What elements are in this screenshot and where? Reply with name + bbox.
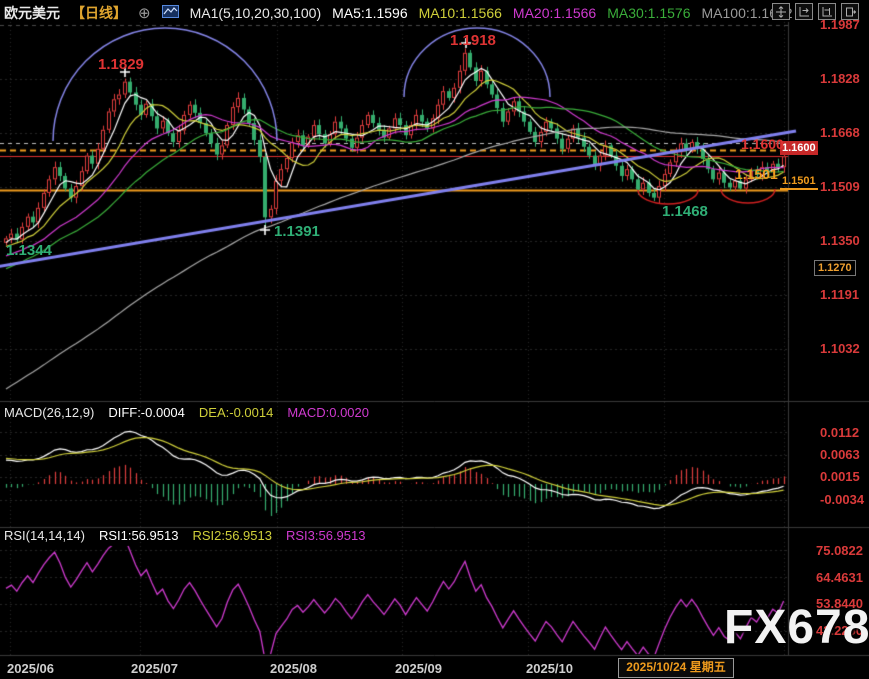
selected-date-label: 2025/10/24 星期五 — [618, 658, 734, 678]
time-axis-month-label: 2025/09 — [395, 661, 442, 676]
time-axis-month-label: 2025/07 — [131, 661, 178, 676]
move-crosshair-icon[interactable] — [772, 3, 790, 20]
price-axis-label: 1.1350 — [820, 233, 860, 248]
time-axis-month-label: 2025/08 — [270, 661, 317, 676]
rsi3-value: RSI3:56.9513 — [286, 528, 366, 543]
macd-axis-label: 0.0112 — [820, 425, 859, 440]
axis-zoom-icon[interactable] — [795, 3, 813, 20]
rsi-axis-label: 75.0822 — [816, 543, 863, 558]
chart-annotation: 1.1918 — [450, 32, 496, 49]
chart-annotation: 1.1600 — [741, 136, 784, 152]
rsi2-value: RSI2:56.9513 — [192, 528, 272, 543]
macd-bar-value: MACD:0.0020 — [287, 405, 369, 420]
chart-annotation: 1.1391 — [274, 223, 320, 240]
macd-axis-label: 0.0063 — [820, 447, 860, 462]
ma5-value: MA5:1.1596 — [332, 5, 408, 21]
add-indicator-icon[interactable]: ⊕ — [138, 4, 151, 22]
price-axis-label: 1.1032 — [820, 341, 860, 356]
time-axis-month-label: 2025/10 — [526, 661, 573, 676]
price-alert-badge[interactable]: 1.1600 — [780, 141, 818, 155]
rsi-title: RSI(14,14,14) — [4, 528, 85, 543]
chart-annotation: 1.1501 — [735, 166, 778, 182]
macd-axis-label: -0.0034 — [820, 492, 864, 507]
chart-annotation: 1.1344 — [6, 242, 52, 259]
mini-chart-icon[interactable] — [162, 5, 179, 21]
price-axis-label: 1.1509 — [820, 179, 860, 194]
chart-canvas[interactable] — [0, 0, 869, 679]
macd-title: MACD(26,12,9) — [4, 405, 94, 420]
chart-annotation: 1.1829 — [98, 56, 144, 73]
ma10-value: MA10:1.1566 — [419, 5, 502, 21]
macd-dea-value: DEA:-0.0014 — [199, 405, 273, 420]
rsi-axis-label: 64.4631 — [816, 570, 863, 585]
price-alert-badge[interactable]: 1.1501 — [780, 174, 818, 190]
ma-settings-label: MA1(5,10,20,30,100) — [190, 5, 322, 21]
price-alert-badge[interactable]: 1.1270 — [814, 260, 856, 276]
period-label: 【日线】 — [71, 3, 127, 23]
macd-axis-label: 0.0015 — [820, 469, 860, 484]
chart-annotation: 1.1468 — [662, 203, 708, 220]
rsi1-value: RSI1:56.9513 — [99, 528, 179, 543]
rsi-header: RSI(14,14,14) RSI1:56.9513 RSI2:56.9513 RSI… — [4, 528, 365, 543]
price-axis-label: 1.1668 — [820, 125, 860, 140]
time-axis-month-label: 2025/06 — [7, 661, 54, 676]
symbol-label: 欧元美元 — [4, 3, 60, 23]
ma30-value: MA30:1.1576 — [607, 5, 690, 21]
ma20-value: MA20:1.1566 — [513, 5, 596, 21]
price-axis-label: 1.1828 — [820, 71, 860, 86]
macd-diff-value: DIFF:-0.0004 — [108, 405, 185, 420]
price-axis-label: 1.1191 — [820, 287, 859, 302]
watermark: FX678 — [724, 600, 869, 655]
chart-app: 欧元美元【日线】 ⊕ MA1(5,10,20,30,100) MA5:1.1596 MA… — [0, 0, 869, 679]
price-axis-label: 1.1987 — [820, 17, 860, 32]
macd-header: MACD(26,12,9) DIFF:-0.0004 DEA:-0.0014 MACD… — [4, 405, 369, 420]
chart-header: 欧元美元【日线】 ⊕ MA1(5,10,20,30,100) MA5:1.1596 MA… — [4, 3, 793, 23]
